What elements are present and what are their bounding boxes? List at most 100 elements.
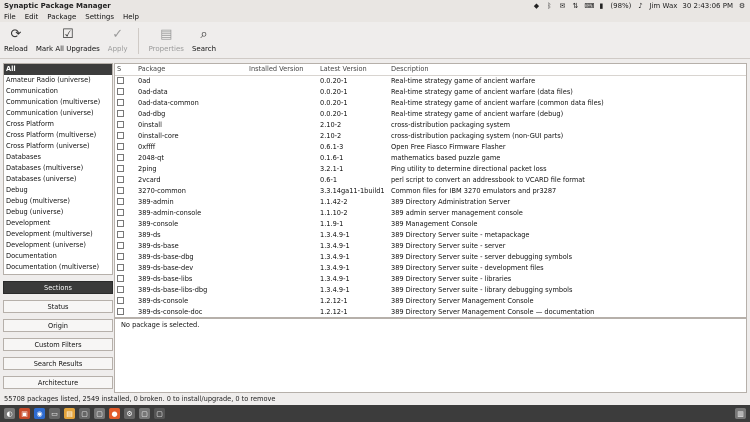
menu-file[interactable]: File	[4, 13, 16, 21]
section-item[interactable]: Databases (universe)	[4, 174, 112, 185]
browser-icon[interactable]: ◉	[34, 408, 45, 419]
package-checkbox[interactable]	[115, 163, 136, 174]
user-name[interactable]: Jim Wax	[649, 2, 677, 10]
checkbox[interactable]	[117, 98, 124, 106]
checkbox[interactable]	[117, 307, 124, 315]
table-row[interactable]: 0ad 0.0.20-1 Real-time strategy game of an…	[115, 75, 746, 86]
checkbox[interactable]	[117, 274, 124, 282]
table-row[interactable]: 389-ds-console-doc 1.2.12-1 389 Directory …	[115, 306, 746, 317]
section-item[interactable]: Development (universe)	[4, 240, 112, 251]
checkbox[interactable]	[117, 263, 124, 271]
table-row[interactable]: 2048-qt 0.1.6-1 mathematics based puzzle g…	[115, 152, 746, 163]
section-item[interactable]: Cross Platform	[4, 119, 112, 130]
sections-button[interactable]: Sections	[3, 281, 113, 294]
section-item[interactable]: Documentation	[4, 251, 112, 262]
checkbox[interactable]	[117, 175, 124, 183]
menu-icon[interactable]: ◐	[4, 408, 15, 419]
table-row[interactable]: 389-admin-console 1.1.10-2 389 admin serve…	[115, 207, 746, 218]
window-icon[interactable]: ▢	[79, 408, 90, 419]
checkbox[interactable]	[117, 153, 124, 161]
table-row[interactable]: 389-ds-base-libs-dbg 1.3.4.9-1 389 Directo…	[115, 284, 746, 295]
table-row[interactable]: 389-ds-console 1.2.12-1 389 Directory Serv…	[115, 295, 746, 306]
checkbox[interactable]	[117, 120, 124, 128]
package-checkbox[interactable]	[115, 273, 136, 284]
section-item[interactable]: Cross Platform (multiverse)	[4, 130, 112, 141]
table-row[interactable]: 389-ds-base-dbg 1.3.4.9-1 389 Directory Se…	[115, 251, 746, 262]
section-item[interactable]: Databases (multiverse)	[4, 163, 112, 174]
folder-icon[interactable]: ▭	[49, 408, 60, 419]
network-icon[interactable]: ⇅	[571, 2, 579, 10]
column-installed-version[interactable]: Installed Version	[247, 64, 318, 76]
column-description[interactable]: Description	[389, 64, 746, 76]
section-item-all[interactable]: All	[4, 64, 112, 75]
package-checkbox[interactable]	[115, 240, 136, 251]
apply-button[interactable]: ✓ Apply	[108, 22, 128, 58]
checkbox[interactable]	[117, 197, 124, 205]
table-row[interactable]: 389-admin 1.1.42-2 389 Directory Administr…	[115, 196, 746, 207]
package-checkbox[interactable]	[115, 97, 136, 108]
section-item[interactable]: Cross Platform (universe)	[4, 141, 112, 152]
section-item[interactable]: Development (multiverse)	[4, 229, 112, 240]
section-item[interactable]: Databases	[4, 152, 112, 163]
checkbox[interactable]	[117, 208, 124, 216]
origin-button[interactable]: Origin	[3, 319, 113, 332]
package-checkbox[interactable]	[115, 306, 136, 317]
table-row[interactable]: 389-ds-base-libs 1.3.4.9-1 389 Directory S…	[115, 273, 746, 284]
custom-filters-button[interactable]: Custom Filters	[3, 338, 113, 351]
checkbox[interactable]	[117, 230, 124, 238]
architecture-button[interactable]: Architecture	[3, 376, 113, 389]
table-row[interactable]: 2ping 3.2.1-1 Ping utility to determine di…	[115, 163, 746, 174]
checkbox[interactable]	[117, 186, 124, 194]
package-checkbox[interactable]	[115, 108, 136, 119]
table-row[interactable]: 0ad-dbg 0.0.20-1 Real-time strategy game o…	[115, 108, 746, 119]
firefox-icon[interactable]: ●	[109, 408, 120, 419]
section-item[interactable]: Documentation (multiverse)	[4, 262, 112, 273]
gear-icon[interactable]: ⚙	[738, 2, 746, 10]
menu-help[interactable]: Help	[123, 13, 139, 21]
checkbox[interactable]	[117, 241, 124, 249]
dropbox-icon[interactable]: ◆	[532, 2, 540, 10]
checkbox[interactable]	[117, 296, 124, 304]
section-item[interactable]: Communication	[4, 86, 112, 97]
package-checkbox[interactable]	[115, 262, 136, 273]
checkbox[interactable]	[117, 109, 124, 117]
table-row[interactable]: 2vcard 0.6-1 perl script to convert an add…	[115, 174, 746, 185]
properties-button[interactable]: ▤ Properties	[149, 22, 184, 58]
section-item[interactable]: Communication (universe)	[4, 108, 112, 119]
package-checkbox[interactable]	[115, 174, 136, 185]
trash-icon[interactable]: ▥	[735, 408, 746, 419]
checkbox[interactable]	[117, 219, 124, 227]
search-button[interactable]: ⌕ Search	[192, 22, 216, 58]
table-row[interactable]: 3270-common 3.3.14ga11-1build1 Common file…	[115, 185, 746, 196]
package-checkbox[interactable]	[115, 284, 136, 295]
package-checkbox[interactable]	[115, 229, 136, 240]
window-icon[interactable]: ▢	[154, 408, 165, 419]
package-checkbox[interactable]	[115, 207, 136, 218]
package-checkbox[interactable]	[115, 141, 136, 152]
package-checkbox[interactable]	[115, 295, 136, 306]
mark-all-upgrades-button[interactable]: ☑ Mark All Upgrades	[36, 22, 100, 58]
checkbox[interactable]	[117, 285, 124, 293]
checkbox[interactable]	[117, 76, 124, 84]
package-checkbox[interactable]	[115, 218, 136, 229]
table-row[interactable]: 389-ds-base-dev 1.3.4.9-1 389 Directory Se…	[115, 262, 746, 273]
package-checkbox[interactable]	[115, 196, 136, 207]
section-item[interactable]: Communication (multiverse)	[4, 97, 112, 108]
table-row[interactable]: 389-ds 1.3.4.9-1 389 Directory Server suit…	[115, 229, 746, 240]
table-row[interactable]: 0xffff 0.6.1-3 Open Free Fiasco Firmware F…	[115, 141, 746, 152]
package-checkbox[interactable]	[115, 251, 136, 262]
reload-button[interactable]: ⟳ Reload	[4, 22, 28, 58]
battery-icon[interactable]: ▮	[597, 2, 605, 10]
bluetooth-icon[interactable]: ᛒ	[545, 2, 553, 10]
section-item[interactable]: Debug (multiverse)	[4, 196, 112, 207]
checkbox[interactable]	[117, 252, 124, 260]
section-item[interactable]: Debug	[4, 185, 112, 196]
section-item[interactable]: Development	[4, 218, 112, 229]
section-item[interactable]: Amateur Radio (universe)	[4, 75, 112, 86]
table-row[interactable]: 0install-core 2.10-2 cross-distribution pa…	[115, 130, 746, 141]
menu-settings[interactable]: Settings	[85, 13, 114, 21]
status-button[interactable]: Status	[3, 300, 113, 313]
menu-package[interactable]: Package	[47, 13, 76, 21]
column-latest-version[interactable]: Latest Version	[318, 64, 389, 76]
checkbox[interactable]	[117, 131, 124, 139]
